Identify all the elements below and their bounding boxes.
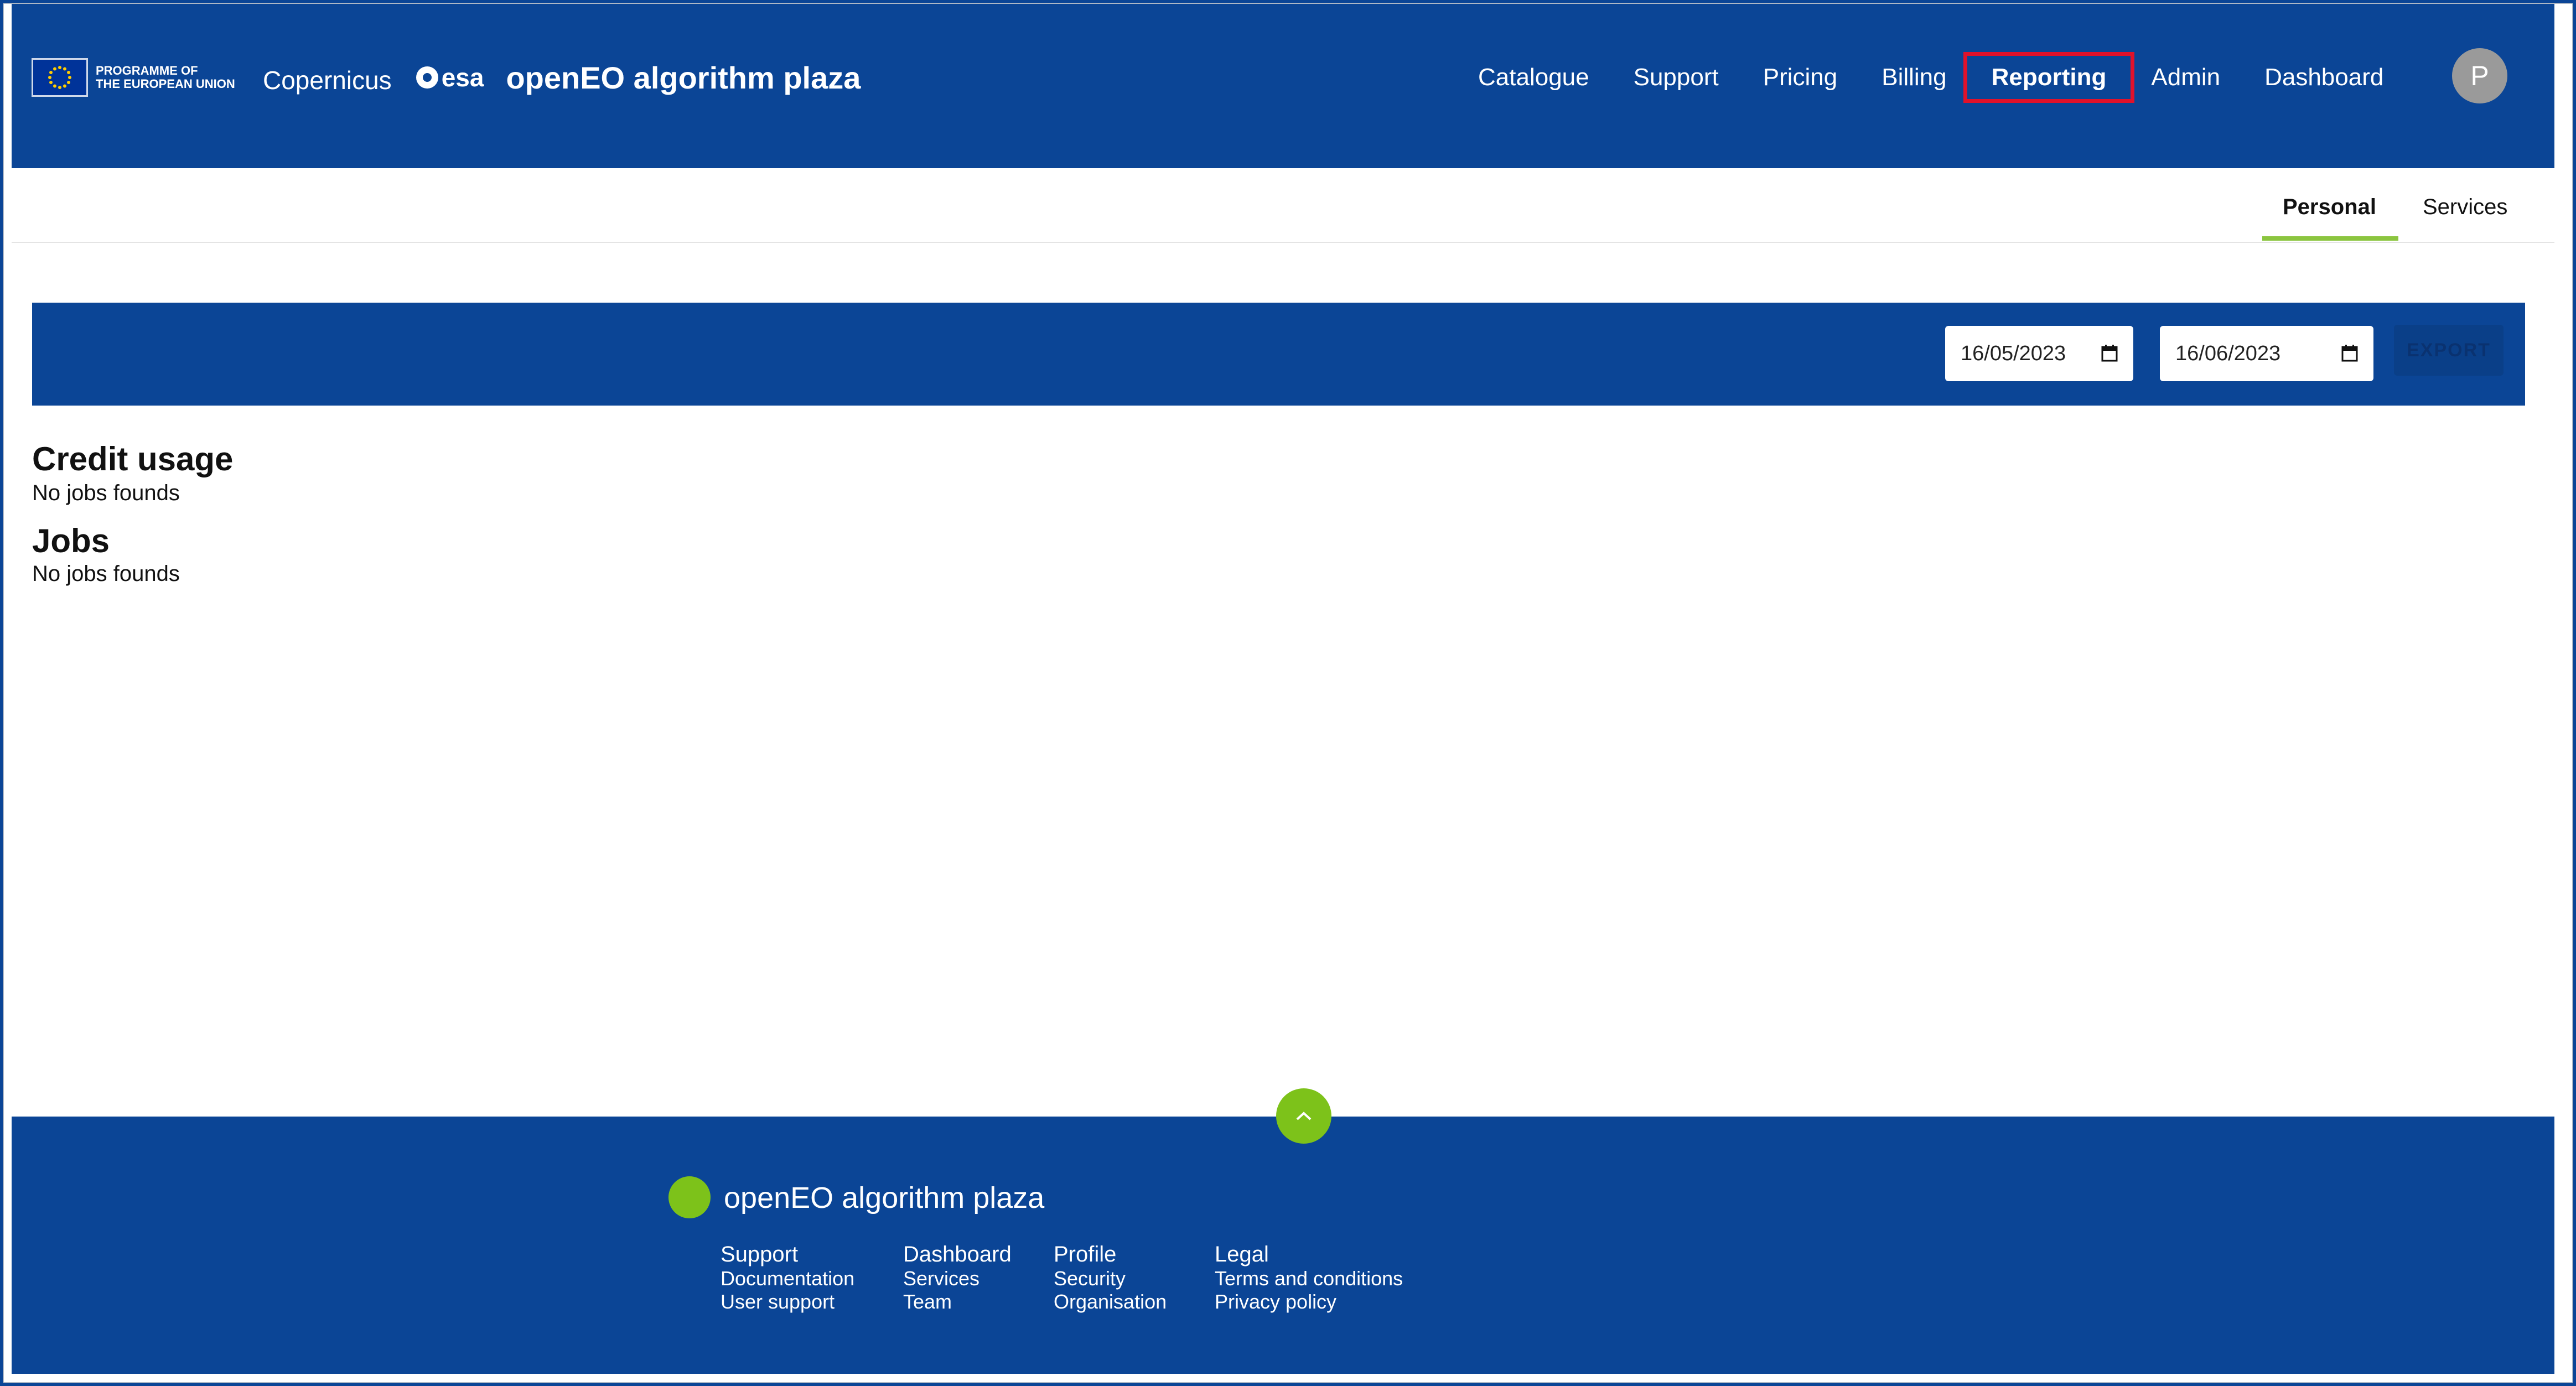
footer-link-organisation[interactable]: Organisation [1054,1290,1167,1314]
end-date-input[interactable]: 16/06/2023 [2160,326,2373,381]
app-title[interactable]: openEO algorithm plaza [506,60,861,96]
eu-programme-line2: THE EUROPEAN UNION [96,77,235,91]
top-header: PROGRAMME OF THE EUROPEAN UNION Copernic… [12,4,2554,168]
nav-support[interactable]: Support [1634,64,1719,91]
footer-heading-dashboard[interactable]: Dashboard [903,1242,1012,1267]
esa-logo-text: esa [441,63,484,92]
footer-link-user-support[interactable]: User support [721,1290,854,1314]
footer-heading-legal[interactable]: Legal [1215,1242,1403,1267]
nav-catalogue[interactable]: Catalogue [1478,64,1589,91]
end-date-value: 16/06/2023 [2175,341,2281,365]
calendar-icon[interactable] [2341,344,2358,362]
start-date-value: 16/05/2023 [1961,341,2066,365]
footer-heading-profile[interactable]: Profile [1054,1242,1167,1267]
footer-column-profile: Profile Security Organisation [1054,1242,1167,1314]
jobs-heading: Jobs [32,522,110,559]
reporting-subtabs: Personal Services [12,168,2554,243]
footer-link-security[interactable]: Security [1054,1267,1167,1290]
footer-logo-icon [668,1176,711,1218]
esa-logo: esa [416,63,484,92]
footer-heading-support[interactable]: Support [721,1242,854,1267]
calendar-icon[interactable] [2101,344,2118,362]
copernicus-logo-text: Copernicus [263,66,392,95]
filter-bar: 16/05/2023 16/06/2023 EXPORT [32,303,2525,406]
nav-admin[interactable]: Admin [2151,64,2220,91]
nav-dashboard[interactable]: Dashboard [2264,64,2383,91]
footer-column-dashboard: Dashboard Services Team [903,1242,1012,1314]
footer-link-services[interactable]: Services [903,1267,1012,1290]
browser-frame: PROGRAMME OF THE EUROPEAN UNION Copernic… [3,3,2573,1383]
nav-pricing[interactable]: Pricing [1763,64,1838,91]
footer-column-support: Support Documentation User support [721,1242,854,1314]
footer-link-documentation[interactable]: Documentation [721,1267,854,1290]
eu-flag-icon [32,58,88,97]
footer-link-team[interactable]: Team [903,1290,1012,1314]
credit-usage-empty-text: No jobs founds [32,481,180,505]
tab-personal[interactable]: Personal [2283,195,2376,220]
eu-programme-text: PROGRAMME OF THE EUROPEAN UNION [96,64,245,91]
main-nav: Catalogue Support Pricing Billing Report… [1478,52,2428,103]
eu-programme-line1: PROGRAMME OF [96,64,198,77]
esa-logo-icon [416,66,438,89]
footer-column-legal: Legal Terms and conditions Privacy polic… [1215,1242,1403,1314]
nav-billing[interactable]: Billing [1882,64,1946,91]
footer-link-terms[interactable]: Terms and conditions [1215,1267,1403,1290]
footer: openEO algorithm plaza Support Documenta… [12,1117,2554,1374]
footer-link-privacy[interactable]: Privacy policy [1215,1290,1403,1314]
chevron-up-icon [1296,1112,1312,1120]
user-avatar[interactable]: P [2452,48,2507,103]
start-date-input[interactable]: 16/05/2023 [1945,326,2133,381]
jobs-empty-text: No jobs founds [32,562,180,586]
logo-group: PROGRAMME OF THE EUROPEAN UNION Copernic… [32,53,861,102]
export-button[interactable]: EXPORT [2394,325,2504,376]
copernicus-logo: Copernicus [263,53,392,102]
nav-reporting[interactable]: Reporting [1963,52,2135,103]
tab-services[interactable]: Services [2423,195,2507,220]
active-tab-indicator [2262,236,2398,241]
scroll-to-top-button[interactable] [1276,1088,1331,1144]
footer-title[interactable]: openEO algorithm plaza [724,1181,1044,1215]
credit-usage-heading: Credit usage [32,440,234,477]
